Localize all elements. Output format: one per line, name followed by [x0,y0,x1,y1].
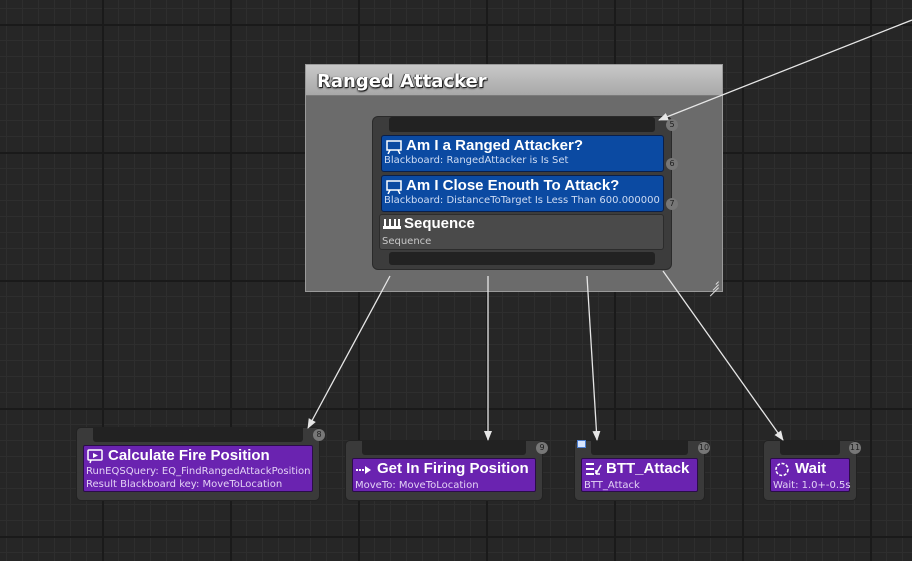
input-pin[interactable] [362,441,526,455]
blackboard-decorator-icon [386,140,402,154]
task-subtitle: Result Blackboard key: MoveToLocation [86,479,283,490]
wait-icon [775,462,789,477]
decorator-title: Am I a Ranged Attacker? [406,137,583,154]
input-pin[interactable] [780,441,840,455]
sequence-title: Sequence [404,215,475,232]
task-icon [586,463,602,475]
eqs-query-icon [87,449,103,464]
comment-resize-handle[interactable] [709,278,719,297]
sequence-composite-node[interactable]: Am I a Ranged Attacker? Blackboard: Rang… [373,117,671,269]
task-node-calculate-fire-position[interactable]: Calculate Fire Position RunEQSQuery: EQ_… [77,428,319,500]
execution-index-badge: 8 [313,429,325,441]
task-node-get-in-firing-position[interactable]: Get In Firing Position MoveTo: MoveToLoc… [346,441,542,500]
decorator-title: Am I Close Enouth To Attack? [406,177,620,194]
decorator-ranged-attacker[interactable]: Am I a Ranged Attacker? Blackboard: Rang… [381,135,664,172]
execution-index-badge: 10 [698,442,710,454]
task-title: BTT_Attack [606,460,690,477]
decorator-subtitle: Blackboard: DistanceToTarget Is Less Tha… [384,195,660,206]
task-node-btt-attack[interactable]: BTT_Attack BTT_Attack [575,441,704,500]
task-title: Calculate Fire Position [108,447,270,464]
execution-index-badge: 5 [666,119,678,131]
input-pin[interactable] [389,117,655,132]
task-subtitle: BTT_Attack [584,480,640,491]
task-node-wait[interactable]: Wait Wait: 1.0+-0.5s [764,441,856,500]
decorator-subtitle: Blackboard: RangedAttacker is Is Set [384,155,569,166]
blackboard-decorator-icon [386,180,402,194]
comment-title: Ranged Attacker [317,71,487,92]
input-pin[interactable] [93,428,303,442]
breakpoint-flag-icon [577,440,586,448]
sequence-node[interactable]: Sequence Sequence [379,214,664,250]
wire-to-btt-attack [586,275,601,441]
sequence-icon [383,219,401,229]
wire-to-calculate-fire-position [307,275,391,429]
task-subtitle: Wait: 1.0+-0.5s [773,480,851,491]
task-title: Get In Firing Position [377,460,529,477]
sequence-subtitle: Sequence [382,236,432,247]
execution-index-badge: 6 [666,158,678,170]
input-pin[interactable] [591,441,688,455]
task-subtitle: RunEQSQuery: EQ_FindRangedAttackPosition [86,466,311,477]
execution-index-badge: 7 [666,198,678,210]
move-to-icon [356,466,371,474]
execution-index-badge: 9 [536,442,548,454]
task-subtitle: MoveTo: MoveToLocation [355,480,479,491]
execution-index-badge: 11 [849,442,861,454]
decorator-close-enough[interactable]: Am I Close Enouth To Attack? Blackboard:… [381,175,664,212]
task-title: Wait [795,460,827,477]
wire-to-wait [662,270,784,441]
output-pin[interactable] [389,252,655,265]
